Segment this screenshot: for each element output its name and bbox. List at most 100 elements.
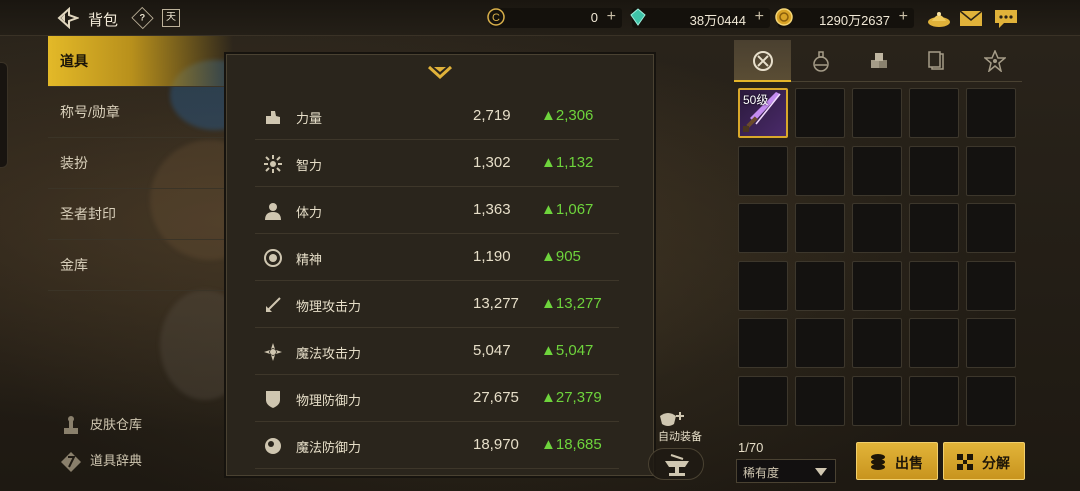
stat-name: 体力 [296, 205, 323, 220]
inventory-slot[interactable] [966, 88, 1016, 138]
coin-add-button[interactable]: + [607, 8, 616, 26]
inventory-slot[interactable] [909, 203, 959, 253]
inventory-slot[interactable] [795, 261, 845, 311]
inventory-tabs [734, 40, 1022, 82]
inventory-slot[interactable] [966, 203, 1016, 253]
material-tab-icon [871, 53, 887, 68]
collapse-chevron-icon[interactable] [427, 65, 453, 81]
inventory-slot[interactable] [852, 88, 902, 138]
inventory-slot[interactable] [795, 146, 845, 196]
rarity-filter-dropdown[interactable]: 稀有度 [736, 459, 836, 483]
inventory-slot[interactable] [738, 146, 788, 196]
anvil-button[interactable] [648, 448, 704, 480]
stat-value: 13,277 [473, 295, 519, 312]
inventory-slot[interactable] [966, 376, 1016, 426]
inventory-slot[interactable] [738, 203, 788, 253]
sidebar-item-items[interactable]: 道具 [48, 36, 233, 87]
inventory-slot[interactable] [795, 376, 845, 426]
stat-name: 精神 [296, 252, 323, 267]
chat-icon[interactable] [993, 7, 1019, 29]
item-dictionary-icon [61, 451, 81, 472]
inventory-slot[interactable] [909, 376, 959, 426]
stat-value: 1,302 [473, 154, 511, 171]
stat-row-magic-defense: 魔法防御力 18,970 ▲18,685 [255, 422, 619, 469]
coin-amount: 0 [590, 10, 598, 25]
skin-storage-label: 皮肤仓库 [90, 417, 143, 432]
inventory-slot[interactable] [852, 203, 902, 253]
currency-gold: 1290万2637 + [775, 8, 914, 28]
disassemble-icon [957, 454, 973, 470]
chevron-down-icon [815, 468, 827, 476]
stat-value: 1,190 [473, 248, 511, 265]
spirit-icon [264, 249, 282, 267]
currency-gem: 38万0444 + [630, 8, 770, 28]
tab-materials[interactable] [850, 40, 907, 82]
item-dictionary-label: 道具辞典 [90, 453, 143, 468]
tab-special[interactable] [966, 40, 1023, 82]
stat-delta: ▲2,306 [541, 107, 594, 124]
inventory-capacity: 1/70 [738, 440, 764, 455]
stat-value: 27,675 [473, 389, 519, 406]
inventory-slot[interactable] [795, 318, 845, 368]
inventory-slot[interactable] [738, 261, 788, 311]
sidebar-item-costume[interactable]: 装扮 [48, 138, 233, 189]
skin-storage-icon [64, 415, 78, 434]
inventory-slot[interactable] [909, 261, 959, 311]
inventory-slot[interactable] [852, 146, 902, 196]
calendar-button[interactable]: 天 [162, 9, 180, 27]
card-tab-icon [928, 51, 944, 70]
inventory-slot[interactable] [795, 203, 845, 253]
tab-equipment[interactable] [734, 40, 791, 82]
inventory-slot[interactable] [966, 146, 1016, 196]
stat-name: 力量 [296, 111, 323, 126]
auto-equip-label[interactable]: 自动装备 [650, 428, 710, 444]
physical-defense-icon [266, 391, 280, 408]
stat-delta: ▲1,132 [541, 154, 594, 171]
help-icon: ? [139, 12, 146, 24]
stat-value: 5,047 [473, 342, 511, 359]
tab-consumables[interactable] [792, 40, 849, 82]
stat-delta: ▲18,685 [541, 436, 602, 453]
inventory-slot[interactable] [738, 318, 788, 368]
physical-attack-icon [266, 297, 281, 312]
svg-text:C: C [492, 12, 500, 24]
inventory-slot[interactable] [852, 318, 902, 368]
inventory-slot[interactable] [909, 146, 959, 196]
inventory-slot-item[interactable]: 50级 [738, 88, 788, 138]
inventory-slot[interactable] [852, 376, 902, 426]
help-button[interactable]: ? [131, 6, 154, 30]
stat-name: 魔法防御力 [296, 440, 362, 455]
inventory-slot[interactable] [909, 318, 959, 368]
skin-storage-link[interactable]: 皮肤仓库 [60, 414, 142, 437]
tab-cards[interactable] [908, 40, 965, 82]
sell-button[interactable]: 出售 [856, 442, 938, 480]
item-dictionary-link[interactable]: 道具辞典 [60, 450, 142, 473]
inventory-slot[interactable] [852, 261, 902, 311]
rarity-filter-label: 稀有度 [743, 466, 780, 480]
sidebar-item-titles-medals[interactable]: 称号/勋章 [48, 87, 233, 138]
stat-delta: ▲27,379 [541, 389, 602, 406]
gem-add-button[interactable]: + [755, 8, 764, 26]
mail-icon[interactable] [958, 7, 984, 29]
inventory-slot[interactable] [966, 318, 1016, 368]
stat-delta: ▲13,277 [541, 295, 602, 312]
side-drawer-handle[interactable] [0, 62, 8, 168]
sidebar-item-holy-seal[interactable]: 圣者封印 [48, 189, 233, 240]
item-level-badge: 50级 [743, 93, 769, 107]
sidebar-item-vault[interactable]: 金库 [48, 240, 233, 291]
inventory-slot[interactable] [909, 88, 959, 138]
magic-attack-icon [264, 343, 282, 361]
page-title: 背包 [88, 12, 119, 29]
stat-value: 18,970 [473, 436, 519, 453]
back-arrow-icon[interactable] [55, 7, 79, 29]
inventory-slot[interactable] [738, 376, 788, 426]
stat-delta: ▲5,047 [541, 342, 594, 359]
gold-add-button[interactable]: + [899, 8, 908, 26]
stat-row-strength: 力量 2,719 ▲2,306 [255, 93, 619, 140]
inventory-slot[interactable] [966, 261, 1016, 311]
shop-icon[interactable] [926, 7, 952, 29]
inventory-slot[interactable] [795, 88, 845, 138]
disassemble-button[interactable]: 分解 [943, 442, 1025, 480]
gold-amount: 1290万2637 [819, 13, 890, 28]
sidebar-menu: 道具 称号/勋章 装扮 圣者封印 金库 [48, 36, 233, 291]
